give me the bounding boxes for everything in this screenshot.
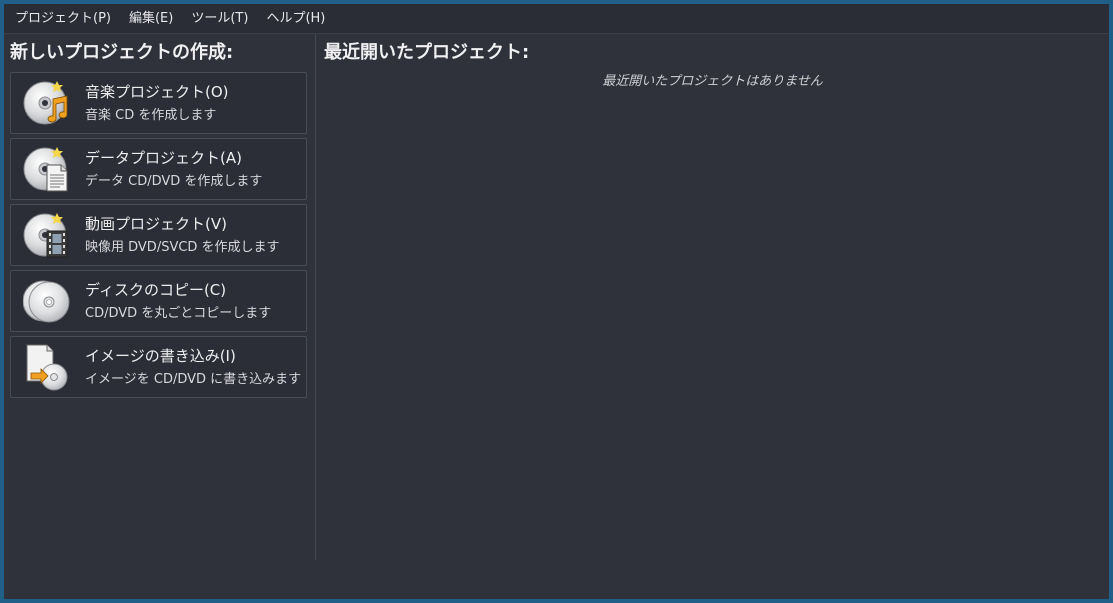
menubar: プロジェクト(P) 編集(E) ツール(T) ヘルプ(H) [4, 4, 1109, 34]
audio-project-text: 音楽プロジェクト(O) 音楽 CD を作成します [85, 82, 229, 125]
burn-image-icon [23, 343, 71, 391]
burn-image-desc: イメージを CD/DVD に書き込みます [85, 371, 302, 387]
data-project-button[interactable]: データプロジェクト(A) データ CD/DVD を作成します [10, 138, 307, 200]
audio-project-title: 音楽プロジェクト(O) [85, 82, 229, 101]
video-project-button[interactable]: 動画プロジェクト(V) 映像用 DVD/SVCD を作成します [10, 204, 307, 266]
recent-projects-pane: 最近開いたプロジェクト: 最近開いたプロジェクトはありません [316, 34, 1109, 560]
video-project-text: 動画プロジェクト(V) 映像用 DVD/SVCD を作成します [85, 214, 280, 257]
data-cd-icon [23, 145, 71, 193]
menu-edit[interactable]: 編集(E) [120, 4, 182, 33]
video-project-desc: 映像用 DVD/SVCD を作成します [85, 239, 280, 255]
video-project-title: 動画プロジェクト(V) [85, 214, 227, 233]
new-project-pane: 新しいプロジェクトの作成: 音楽プロジェクト(O) 音楽 CD を作成します デ… [4, 34, 316, 560]
recent-empty-message: 最近開いたプロジェクトはありません [602, 74, 823, 89]
video-cd-icon [23, 211, 71, 259]
audio-project-button[interactable]: 音楽プロジェクト(O) 音楽 CD を作成します [10, 72, 307, 134]
recent-projects-title: 最近開いたプロジェクト: [324, 42, 530, 63]
audio-cd-icon [23, 79, 71, 127]
copy-disc-title: ディスクのコピー(C) [85, 280, 227, 299]
copy-disc-button[interactable]: ディスクのコピー(C) CD/DVD を丸ごとコピーします [10, 270, 307, 332]
data-project-text: データプロジェクト(A) データ CD/DVD を作成します [85, 148, 262, 191]
data-project-title: データプロジェクト(A) [85, 148, 242, 167]
menu-help[interactable]: ヘルプ(H) [257, 4, 334, 33]
menu-project[interactable]: プロジェクト(P) [6, 4, 120, 33]
copy-disc-desc: CD/DVD を丸ごとコピーします [85, 305, 272, 321]
menu-tools[interactable]: ツール(T) [182, 4, 257, 33]
copy-disc-text: ディスクのコピー(C) CD/DVD を丸ごとコピーします [85, 280, 271, 323]
burn-image-button[interactable]: イメージの書き込み(I) イメージを CD/DVD に書き込みます [10, 336, 307, 398]
burn-image-text: イメージの書き込み(I) イメージを CD/DVD に書き込みます [85, 346, 301, 389]
brasero-window: プロジェクト(P) 編集(E) ツール(T) ヘルプ(H) 新しいプロジェクトの… [4, 4, 1109, 599]
burn-image-title: イメージの書き込み(I) [85, 346, 236, 365]
copy-disc-icon [23, 277, 71, 325]
project-button-list: 音楽プロジェクト(O) 音楽 CD を作成します データプロジェクト(A) デー… [10, 72, 307, 402]
audio-project-desc: 音楽 CD を作成します [85, 107, 217, 123]
data-project-desc: データ CD/DVD を作成します [85, 173, 263, 189]
new-project-title: 新しいプロジェクトの作成: [10, 42, 234, 63]
